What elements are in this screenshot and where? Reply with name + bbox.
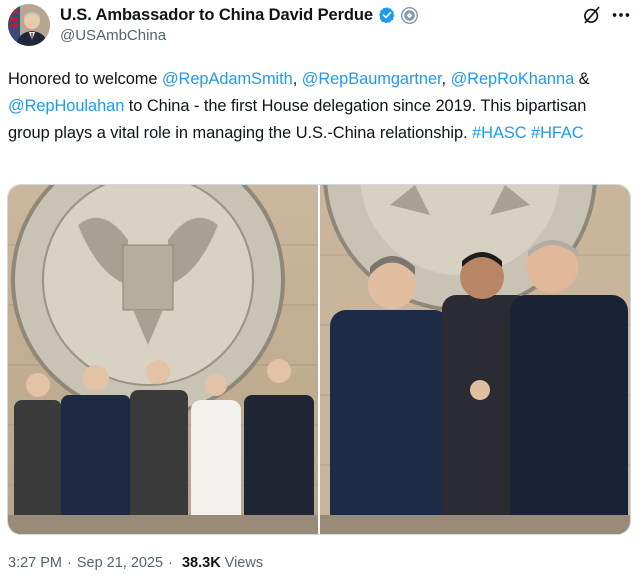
meta-separator-2: · xyxy=(168,555,173,571)
hashtag-link[interactable]: #HFAC xyxy=(531,124,584,142)
grok-icon[interactable] xyxy=(582,5,602,25)
delegation-group-photo[interactable] xyxy=(8,185,318,535)
tweet-meta: 3:27 PM · Sep 21, 2025 · 38.3K Views xyxy=(8,555,263,571)
tweet-date[interactable]: Sep 21, 2025 xyxy=(77,555,163,571)
mention-link[interactable]: @RepHoulahan xyxy=(8,97,124,115)
display-name[interactable]: U.S. Ambassador to China David Perdue xyxy=(60,6,373,25)
tweet-time[interactable]: 3:27 PM xyxy=(8,555,62,571)
tweet-text-segment: , xyxy=(441,70,451,88)
tweet-text-segment: & xyxy=(574,70,590,88)
tweet-text-segment: Honored to welcome xyxy=(8,70,162,88)
tweet-text: Honored to welcome @RepAdamSmith, @RepBa… xyxy=(8,66,632,147)
more-icon[interactable] xyxy=(610,4,632,26)
author-handle[interactable]: @USAmbChina xyxy=(60,27,166,44)
mention-link[interactable]: @RepRoKhanna xyxy=(451,70,575,88)
author-name-row: U.S. Ambassador to China David Perdue xyxy=(60,4,418,26)
mention-link[interactable]: @RepAdamSmith xyxy=(162,70,293,88)
meta-separator: · xyxy=(67,555,72,571)
government-badge-icon[interactable] xyxy=(400,6,418,24)
avatar-image xyxy=(8,4,50,46)
mention-link[interactable]: @RepBaumgartner xyxy=(302,70,442,88)
avatar[interactable] xyxy=(8,4,50,46)
views-count[interactable]: 38.3K xyxy=(182,555,221,571)
handshake-greeting-photo[interactable] xyxy=(320,185,631,535)
media-grid[interactable] xyxy=(7,184,631,535)
tweet-text-segment: , xyxy=(292,70,302,88)
verified-badge-icon[interactable] xyxy=(378,6,396,24)
views-label: Views xyxy=(224,555,264,571)
hashtag-link[interactable]: #HASC xyxy=(472,124,526,142)
